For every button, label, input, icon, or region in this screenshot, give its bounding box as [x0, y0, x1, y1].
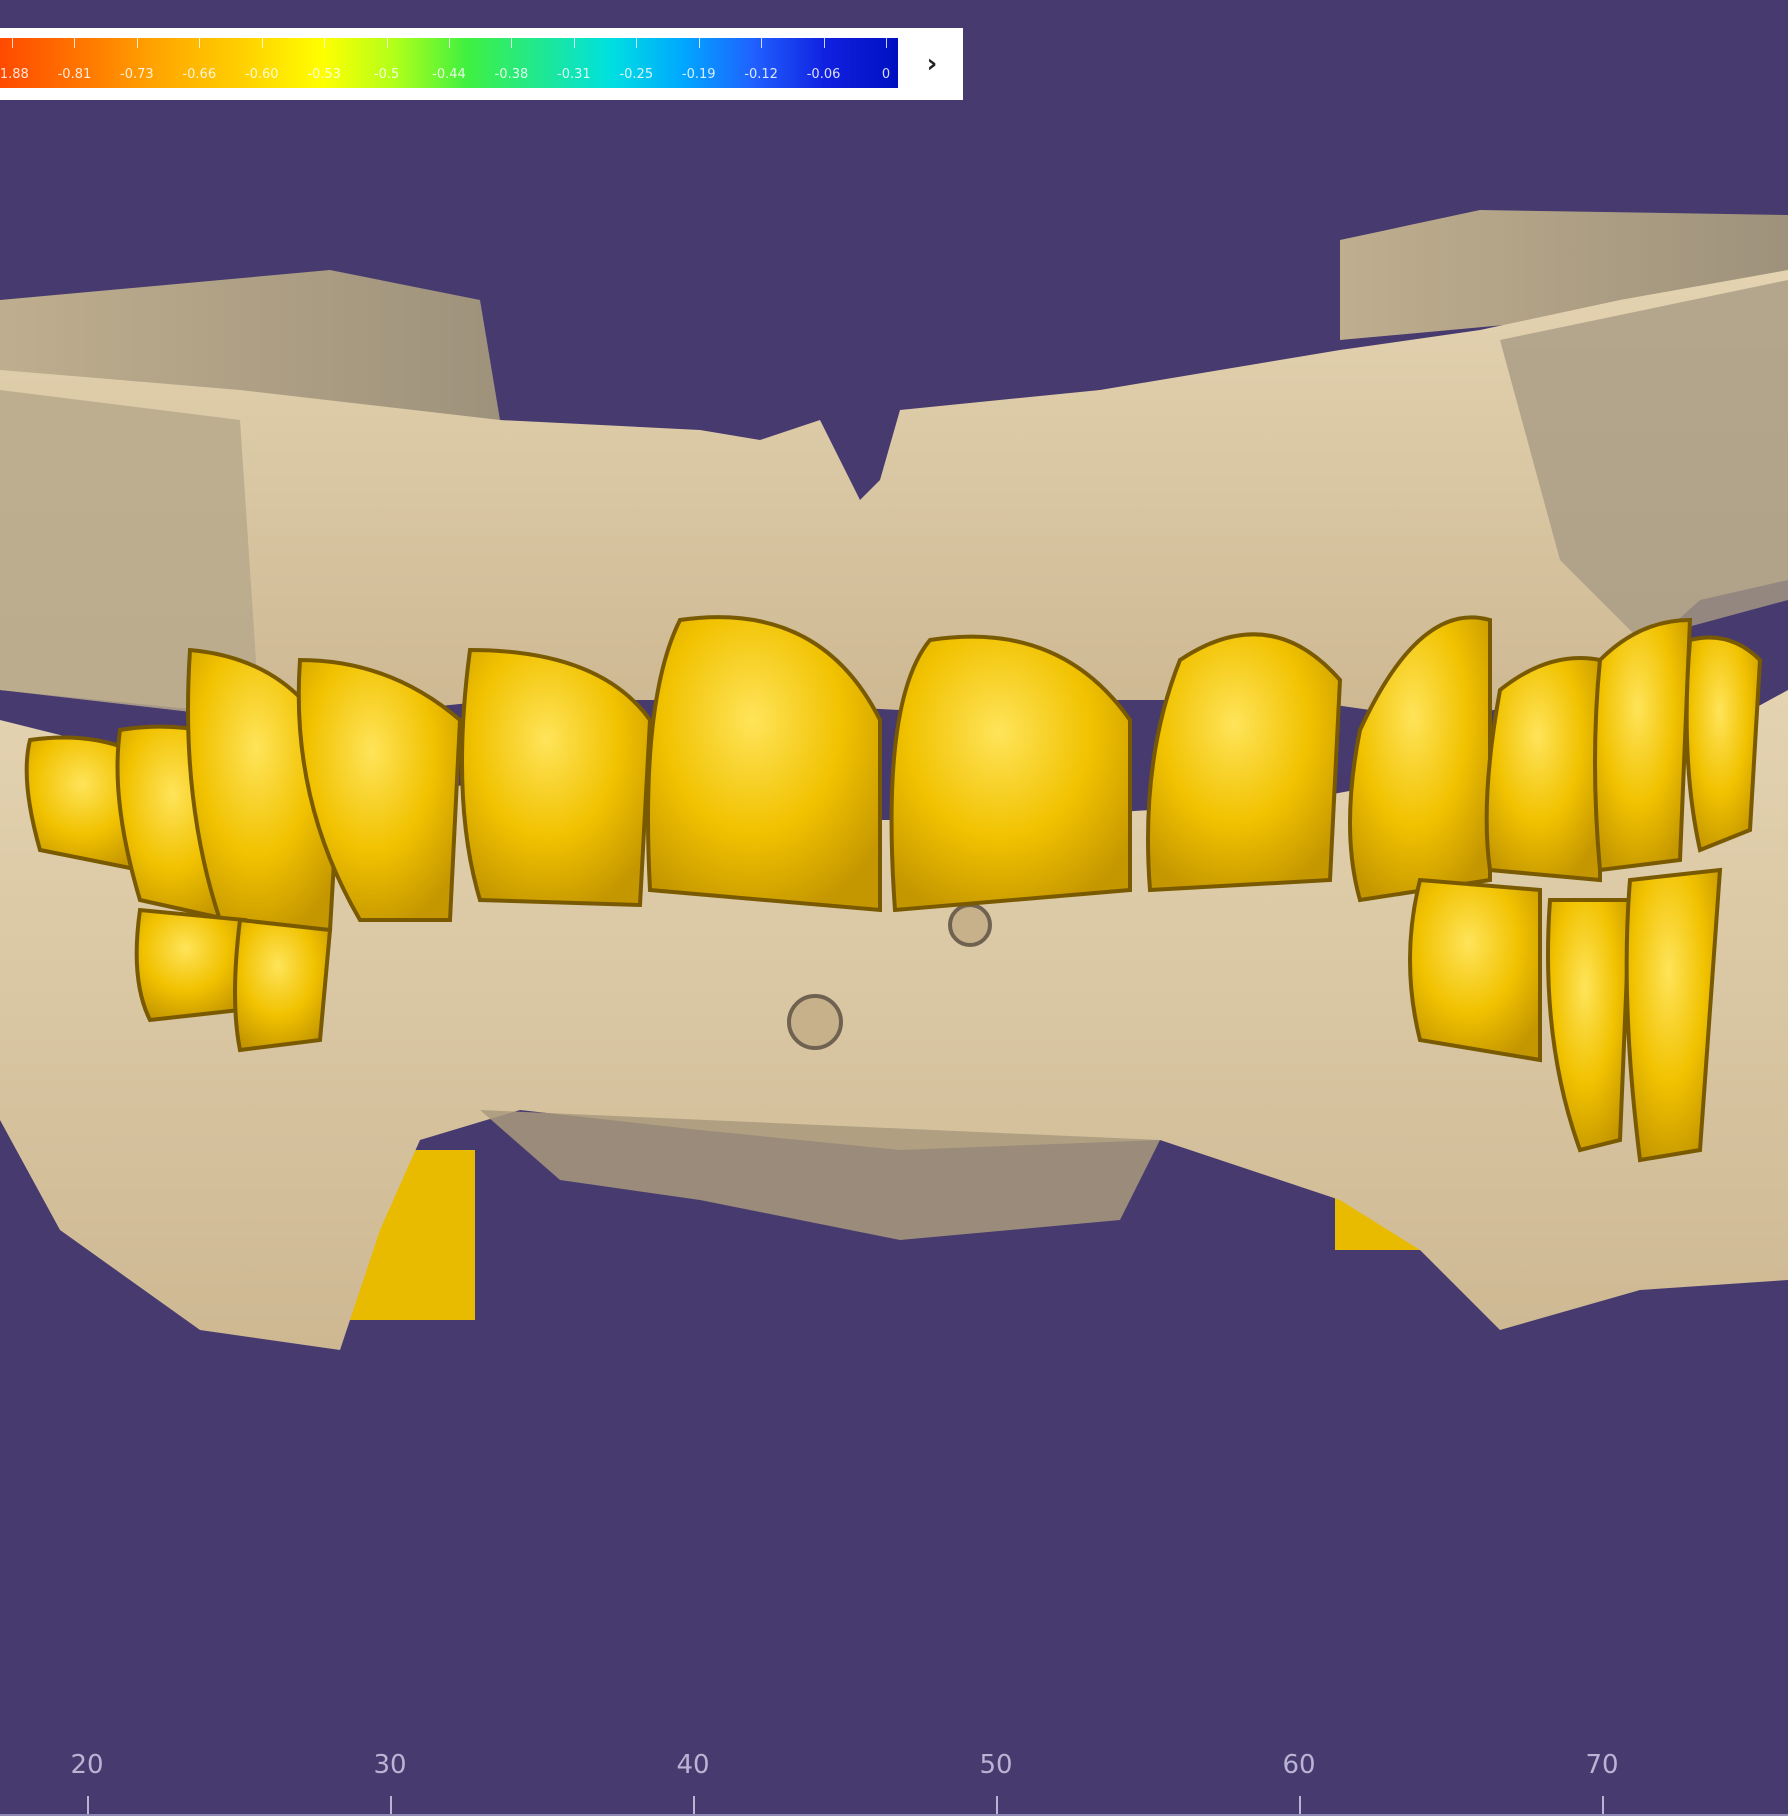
legend-tick-label: -0.44	[432, 67, 466, 82]
ruler-label: 60	[1282, 1750, 1316, 1780]
ruler-tick	[1299, 1796, 1301, 1816]
ruler-tick	[1602, 1796, 1604, 1816]
legend-tick-mark	[261, 38, 263, 48]
legend-tick-label: -0.12	[744, 67, 778, 82]
ruler-label: 20	[70, 1750, 104, 1780]
ruler-label: 40	[676, 1750, 710, 1780]
legend-tick-mark	[511, 38, 513, 48]
3d-viewport[interactable]: -1.88 -0.81 -0.73 -0.66 -0.60 -0.53 -0.5 -0.44 -…	[0, 0, 1788, 1816]
legend-tick-mark	[12, 38, 13, 48]
legend-tick-mark	[324, 38, 326, 48]
legend-tick-label: -0.25	[619, 67, 654, 82]
legend-tick-mark	[886, 38, 887, 48]
legend-tick-label: -0.60	[244, 67, 279, 82]
ruler-tick	[390, 1796, 392, 1816]
ruler-tick	[693, 1796, 695, 1816]
legend-tick-label: -0.73	[120, 67, 154, 82]
legend-tick-label: -0.66	[182, 67, 217, 82]
legend-tick-mark	[636, 38, 638, 48]
ruler: 20 30 40 50 60 70	[0, 1740, 1788, 1816]
legend-tick-mark	[823, 38, 825, 48]
hole-left	[787, 994, 843, 1050]
ruler-tick	[996, 1796, 998, 1816]
legend-tick-label: -0.5	[373, 67, 400, 82]
legend-tick-label: -0.31	[557, 67, 591, 82]
legend-tick-label: -0.19	[681, 67, 716, 82]
legend-tick-label: -0.38	[494, 67, 529, 82]
legend-tick-mark	[136, 38, 138, 48]
legend-tick-label: -0.81	[57, 67, 92, 82]
legend-tick-mark	[74, 38, 76, 48]
legend-tick-mark	[573, 38, 575, 48]
legend-tick-mark	[761, 38, 763, 48]
ruler-label: 70	[1585, 1750, 1619, 1780]
ruler-label: 30	[373, 1750, 407, 1780]
dental-model-render[interactable]	[0, 0, 1788, 1816]
deviation-color-legend: -1.88 -0.81 -0.73 -0.66 -0.60 -0.53 -0.5 -0.44 -…	[0, 28, 963, 100]
legend-tick-mark	[199, 38, 201, 48]
legend-tick-mark	[386, 38, 388, 48]
hole-center	[948, 903, 992, 947]
legend-ticks: -1.88 -0.81 -0.73 -0.66 -0.60 -0.53 -0.5 -0.44 -…	[0, 38, 898, 88]
ruler-tick	[87, 1796, 89, 1816]
legend-tick-label: 0	[881, 67, 891, 82]
ruler-label: 50	[979, 1750, 1013, 1780]
legend-tick-label: -0.06	[806, 67, 841, 82]
chevron-right-icon[interactable]: ›	[912, 40, 952, 88]
legend-tick-label: -0.53	[307, 67, 341, 82]
legend-tick-mark	[449, 38, 450, 48]
legend-tick-label: -1.88	[0, 67, 29, 82]
legend-tick-mark	[698, 38, 700, 48]
